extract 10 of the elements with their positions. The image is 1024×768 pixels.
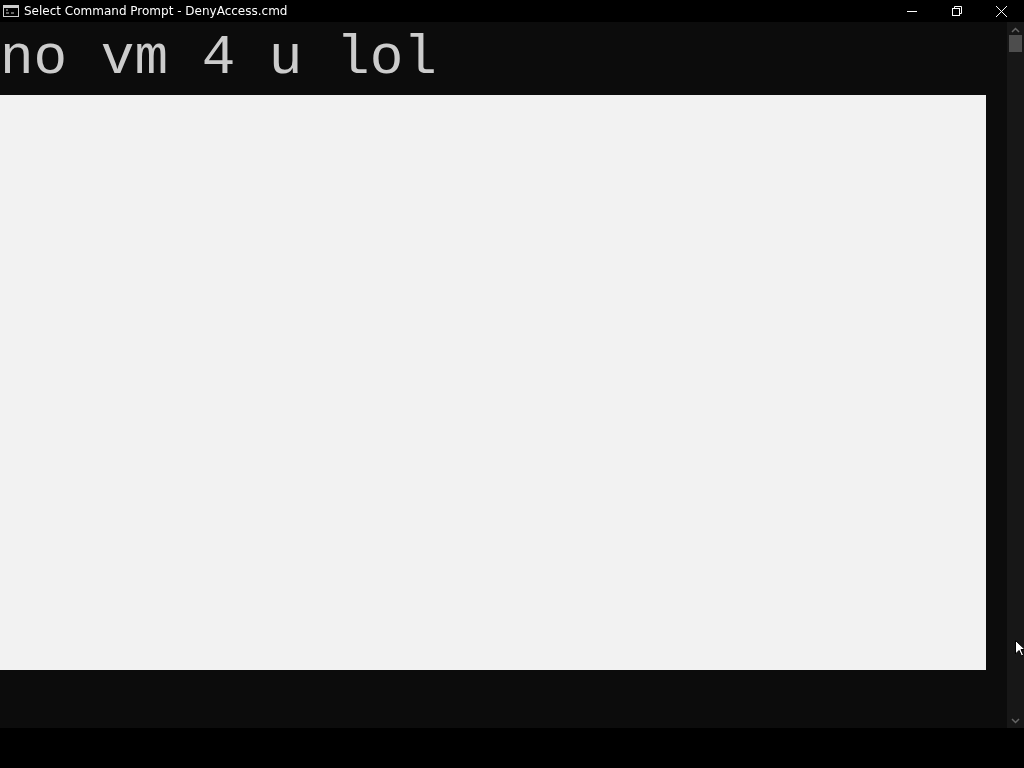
close-icon: [996, 5, 1007, 17]
scrollbar[interactable]: [1007, 22, 1024, 728]
scroll-up-icon[interactable]: [1011, 27, 1020, 33]
scroll-down-icon[interactable]: [1011, 718, 1020, 724]
mouse-pointer-icon: [1015, 640, 1024, 657]
console-app-icon: [3, 5, 19, 17]
scrollbar-thumb[interactable]: [1009, 35, 1022, 52]
window-title: Select Command Prompt - DenyAccess.cmd: [24, 4, 289, 18]
restore-icon: [951, 6, 962, 16]
console-text: no vm 4 u lol: [0, 25, 438, 92]
